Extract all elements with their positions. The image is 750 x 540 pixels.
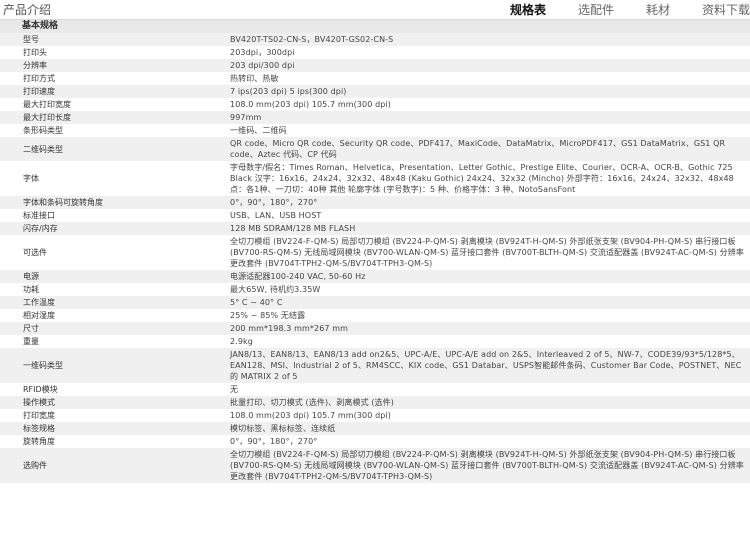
spec-value: QR code、Micro QR code、Security QR code、P… bbox=[230, 139, 726, 159]
spec-value: 997mm bbox=[230, 113, 262, 122]
spec-key: 选购件 bbox=[23, 461, 47, 470]
spec-row: 字体 字母数字/假名：Times Roman、Helvetica、Presenta… bbox=[0, 161, 750, 196]
spec-key: 分辨率 bbox=[23, 61, 47, 70]
spec-key: 一维码类型 bbox=[23, 361, 63, 370]
spec-value: 电源适配器100-240 VAC, 50-60 Hz bbox=[230, 272, 366, 281]
spec-key: 相对湿度 bbox=[23, 311, 55, 320]
page-title: 产品介绍 bbox=[3, 3, 52, 17]
spec-key: 字体和条码可旋转角度 bbox=[23, 198, 103, 207]
spec-row: 工作温度 5° C ~ 40° C bbox=[0, 296, 750, 309]
spec-value: 203dpi，300dpi bbox=[230, 48, 295, 57]
spec-key: 可选件 bbox=[23, 248, 47, 257]
spec-value: JAN8/13、EAN8/13、EAN8/13 add on2&5、UPC-A/… bbox=[230, 350, 742, 381]
spec-key: 工作温度 bbox=[23, 298, 55, 307]
spec-row: 相对湿度 25% ~ 85% 无结露 bbox=[0, 309, 750, 322]
tab-options[interactable]: 选配件 bbox=[578, 1, 614, 18]
section-title: 基本规格 bbox=[0, 20, 750, 33]
spec-row: 标准接口 USB、LAN、USB HOST bbox=[0, 209, 750, 222]
spec-key: 条形码类型 bbox=[23, 126, 63, 135]
spec-key: 尺寸 bbox=[23, 324, 39, 333]
spec-value: 25% ~ 85% 无结露 bbox=[230, 311, 306, 320]
spec-value: 最大65W, 待机约3.35W bbox=[230, 285, 321, 294]
spec-row: 可选件 全切刀模组 (BV224-F-QM-S) 局部切刀模组 (BV224-P-… bbox=[0, 235, 750, 270]
spec-value: 0°，90°，180°，270° bbox=[230, 198, 318, 207]
spec-row: 重量 2.9kg bbox=[0, 335, 750, 348]
spec-value: 108.0 mm(203 dpi) 105.7 mm(300 dpi) bbox=[230, 100, 391, 109]
spec-key: 打印速度 bbox=[23, 87, 55, 96]
spec-value: 一维码、二维码 bbox=[230, 126, 287, 135]
spec-row: RFID模块 无 bbox=[0, 383, 750, 396]
spec-value: 全切刀模组 (BV224-F-QM-S) 局部切刀模组 (BV224-P-QM-… bbox=[230, 237, 744, 268]
spec-value: 128 MB SDRAM/128 MB FLASH bbox=[230, 224, 356, 233]
tab-consumables[interactable]: 耗材 bbox=[646, 1, 670, 18]
spec-value: 全切刀模组 (BV224-F-QM-S) 局部切刀模组 (BV224-P-QM-… bbox=[230, 450, 744, 481]
spec-key: 操作模式 bbox=[23, 398, 55, 407]
spec-row: 型号 BV420T-TS02-CN-S，BV420T-GS02-CN-S bbox=[0, 33, 750, 46]
spec-row: 打印速度 7 ips(203 dpi) 5 ips(300 dpi) bbox=[0, 85, 750, 98]
spec-value: 模切标签、黑标标签、连续纸 bbox=[230, 424, 336, 433]
spec-row: 选购件 全切刀模组 (BV224-F-QM-S) 局部切刀模组 (BV224-P-… bbox=[0, 448, 750, 483]
spec-value: 0°，90°，180°，270° bbox=[230, 437, 318, 446]
tab-downloads[interactable]: 资料下载 bbox=[702, 1, 750, 18]
spec-row: 最大打印宽度 108.0 mm(203 dpi) 105.7 mm(300 dpi… bbox=[0, 98, 750, 111]
spec-table: 型号 BV420T-TS02-CN-S，BV420T-GS02-CN-S 打印头 20… bbox=[0, 33, 750, 483]
spec-row: 字体和条码可旋转角度 0°，90°，180°，270° bbox=[0, 196, 750, 209]
spec-value: USB、LAN、USB HOST bbox=[230, 211, 322, 220]
spec-row: 功耗 最大65W, 待机约3.35W bbox=[0, 283, 750, 296]
spec-row: 最大打印长度 997mm bbox=[0, 111, 750, 124]
spec-key: 旋转角度 bbox=[23, 437, 55, 446]
spec-row: 打印宽度 108.0 mm(203 dpi) 105.7 mm(300 dpi) bbox=[0, 409, 750, 422]
spec-key: 标签规格 bbox=[23, 424, 55, 433]
spec-value: 字母数字/假名：Times Roman、Helvetica、Presentati… bbox=[230, 163, 734, 194]
spec-key: 打印方式 bbox=[23, 74, 55, 83]
spec-key: 打印宽度 bbox=[23, 411, 55, 420]
spec-row: 分辨率 203 dpi/300 dpi bbox=[0, 59, 750, 72]
spec-value: 2.9kg bbox=[230, 337, 253, 346]
spec-key: 字体 bbox=[23, 174, 39, 183]
spec-row: 打印头 203dpi，300dpi bbox=[0, 46, 750, 59]
spec-key: 二维码类型 bbox=[23, 144, 63, 154]
spec-key: 闪存/内存 bbox=[23, 224, 58, 233]
spec-row: 闪存/内存 128 MB SDRAM/128 MB FLASH bbox=[0, 222, 750, 235]
spec-value: 203 dpi/300 dpi bbox=[230, 61, 295, 70]
spec-row: 电源 电源适配器100-240 VAC, 50-60 Hz bbox=[0, 270, 750, 283]
spec-row: 二维码类型 QR code、Micro QR code、Security QR c… bbox=[0, 137, 750, 161]
spec-key: 重量 bbox=[23, 337, 39, 346]
spec-value: 200 mm*198.3 mm*267 mm bbox=[230, 324, 349, 333]
spec-row: 旋转角度 0°，90°，180°，270° bbox=[0, 435, 750, 448]
spec-key: 电源 bbox=[23, 272, 39, 281]
spec-value: 无 bbox=[230, 385, 239, 394]
spec-value: 7 ips(203 dpi) 5 ips(300 dpi) bbox=[230, 87, 347, 96]
spec-row: 打印方式 热转印、热敏 bbox=[0, 72, 750, 85]
spec-key: 标准接口 bbox=[23, 211, 55, 220]
spec-row: 标签规格 模切标签、黑标标签、连续纸 bbox=[0, 422, 750, 435]
spec-value: BV420T-TS02-CN-S，BV420T-GS02-CN-S bbox=[230, 35, 394, 44]
spec-key: 功耗 bbox=[23, 285, 39, 294]
product-header: 产品介绍 规格表 选配件 耗材 资料下载 bbox=[0, 0, 750, 20]
spec-value: 批量打印、切刀模式 (选件)、剥离模式 (选件) bbox=[230, 398, 394, 407]
spec-key: 打印头 bbox=[23, 48, 47, 57]
product-tabs: 规格表 选配件 耗材 资料下载 bbox=[478, 1, 750, 18]
spec-key: RFID模块 bbox=[23, 385, 58, 394]
spec-row: 条形码类型 一维码、二维码 bbox=[0, 124, 750, 137]
spec-row: 一维码类型 JAN8/13、EAN8/13、EAN8/13 add on2&5、U… bbox=[0, 348, 750, 383]
spec-value: 热转印、热敏 bbox=[230, 74, 279, 83]
spec-value: 108.0 mm(203 dpi) 105.7 mm(300 dpi) bbox=[230, 411, 391, 420]
spec-key: 最大打印长度 bbox=[23, 113, 71, 122]
spec-key: 最大打印宽度 bbox=[23, 100, 71, 109]
spec-row: 操作模式 批量打印、切刀模式 (选件)、剥离模式 (选件) bbox=[0, 396, 750, 409]
spec-value: 5° C ~ 40° C bbox=[230, 298, 283, 307]
spec-row: 尺寸 200 mm*198.3 mm*267 mm bbox=[0, 322, 750, 335]
spec-key: 型号 bbox=[23, 35, 39, 44]
tab-spec[interactable]: 规格表 bbox=[510, 1, 546, 18]
